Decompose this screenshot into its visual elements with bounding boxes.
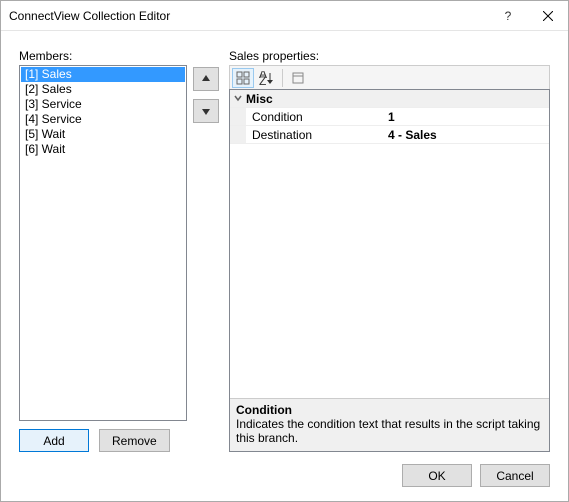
property-help-panel: Condition Indicates the condition text t… — [230, 398, 549, 451]
property-grid-body[interactable]: Misc Condition1Destination4 - Sales — [230, 90, 549, 398]
property-pages-button[interactable] — [287, 68, 309, 88]
category-name: Misc — [246, 92, 273, 106]
list-item[interactable]: [6] Wait — [21, 142, 185, 157]
properties-pane: Sales properties: A Z — [229, 49, 550, 452]
window-title: ConnectView Collection Editor — [9, 9, 488, 23]
list-item[interactable]: [2] Sales — [21, 82, 185, 97]
property-row[interactable]: Destination4 - Sales — [230, 126, 549, 144]
property-grid: Misc Condition1Destination4 - Sales Cond… — [229, 89, 550, 452]
move-down-button[interactable] — [193, 99, 219, 123]
panes: Members: [1] Sales[2] Sales[3] Service[4… — [19, 49, 550, 452]
members-listbox[interactable]: [1] Sales[2] Sales[3] Service[4] Service… — [19, 65, 187, 421]
svg-text:Z: Z — [259, 74, 266, 85]
chevron-down-icon — [230, 92, 246, 106]
properties-label: Sales properties: — [229, 49, 550, 63]
content-area: Members: [1] Sales[2] Sales[3] Service[4… — [1, 31, 568, 501]
category-row[interactable]: Misc — [230, 90, 549, 108]
arrow-up-icon — [201, 74, 211, 84]
ok-button[interactable]: OK — [402, 464, 472, 487]
property-value[interactable]: 1 — [386, 110, 549, 124]
dialog-window: ConnectView Collection Editor ? Members:… — [0, 0, 569, 502]
propertygrid-toolbar: A Z — [229, 65, 550, 89]
property-pages-icon — [291, 71, 305, 85]
close-button[interactable] — [528, 2, 568, 30]
list-item[interactable]: [5] Wait — [21, 127, 185, 142]
property-name: Destination — [246, 128, 386, 142]
add-button[interactable]: Add — [19, 429, 89, 452]
close-icon — [543, 11, 553, 21]
question-icon: ? — [505, 9, 512, 23]
move-up-button[interactable] — [193, 67, 219, 91]
categorized-button[interactable] — [232, 68, 254, 88]
help-property-description: Indicates the condition text that result… — [236, 417, 543, 445]
categorized-icon — [236, 71, 250, 85]
list-item[interactable]: [1] Sales — [21, 67, 185, 82]
property-name: Condition — [246, 110, 386, 124]
property-value[interactable]: 4 - Sales — [386, 128, 549, 142]
alphabetical-button[interactable]: A Z — [256, 68, 278, 88]
remove-button[interactable]: Remove — [99, 429, 170, 452]
members-label: Members: — [19, 49, 219, 63]
help-property-name: Condition — [236, 403, 543, 417]
dialog-footer: OK Cancel — [19, 452, 550, 487]
cancel-button[interactable]: Cancel — [480, 464, 550, 487]
alphabetical-sort-icon: A Z — [259, 71, 275, 85]
toolbar-separator — [282, 69, 283, 87]
arrow-down-icon — [201, 106, 211, 116]
list-item[interactable]: [4] Service — [21, 112, 185, 127]
members-pane: Members: [1] Sales[2] Sales[3] Service[4… — [19, 49, 219, 452]
help-button[interactable]: ? — [488, 2, 528, 30]
titlebar: ConnectView Collection Editor ? — [1, 1, 568, 31]
list-item[interactable]: [3] Service — [21, 97, 185, 112]
property-row[interactable]: Condition1 — [230, 108, 549, 126]
